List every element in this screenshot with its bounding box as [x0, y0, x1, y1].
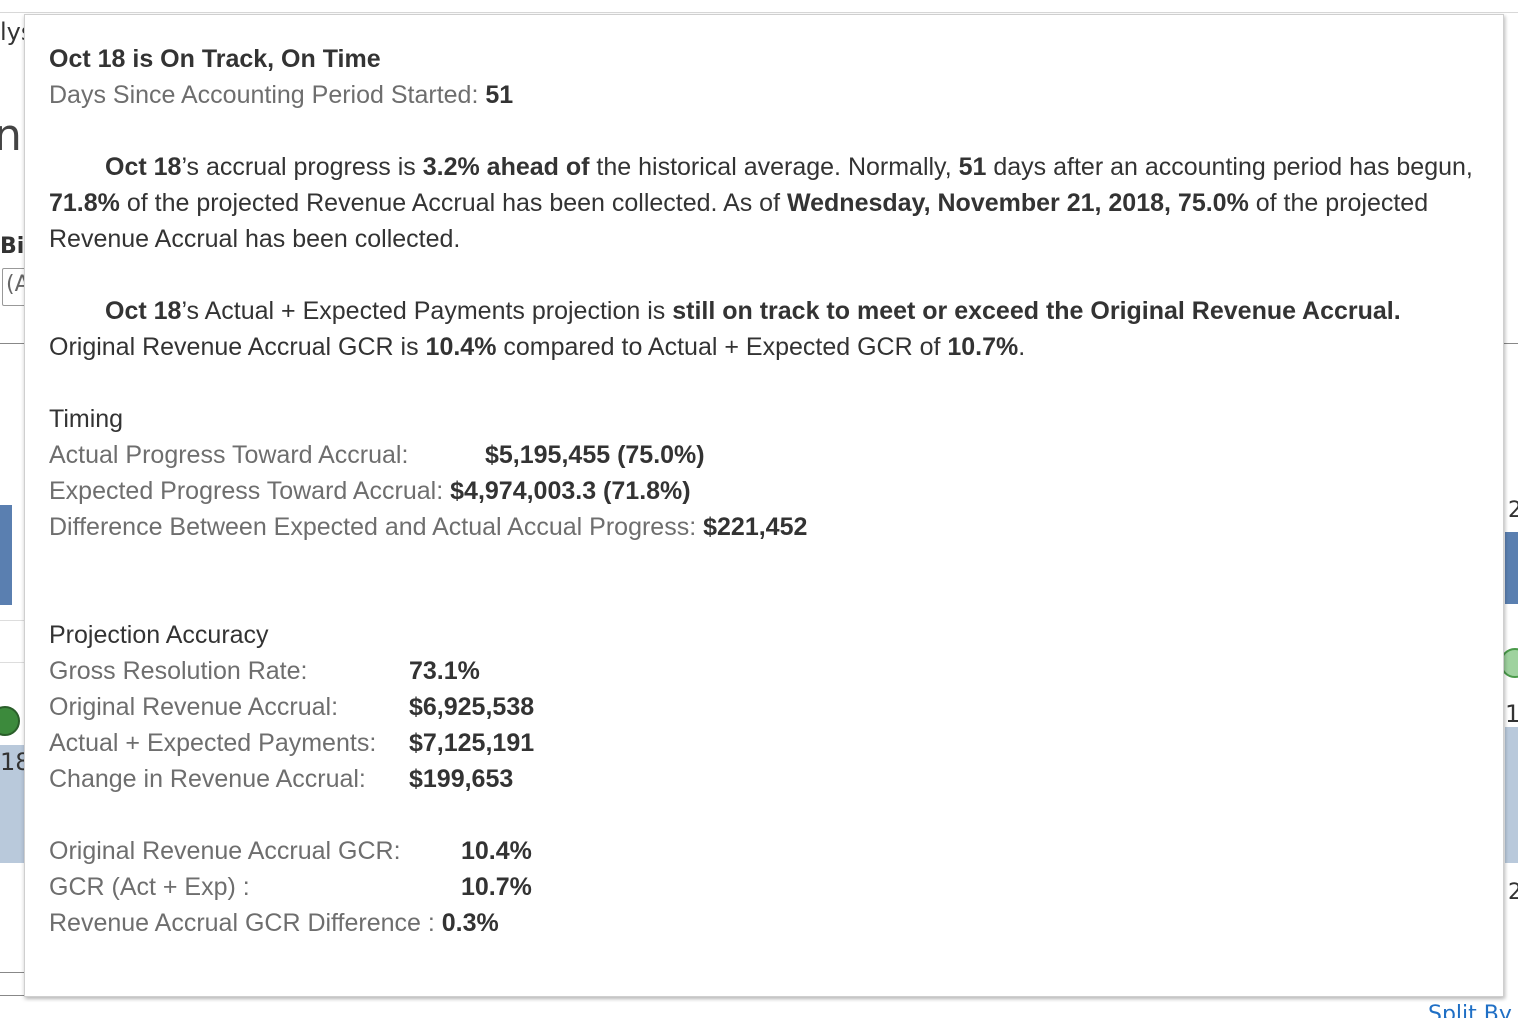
accuracy-row: Gross Resolution Rate: 73.1%: [49, 653, 1503, 689]
background-label: 1: [1505, 700, 1518, 728]
accuracy-row: Actual + Expected Payments: $7,125,191: [49, 725, 1503, 761]
timing-value: $221,452: [703, 513, 808, 541]
accuracy-row: Original Revenue Accrual: $6,925,538: [49, 689, 1503, 725]
background-divider: [0, 662, 24, 663]
gcr-label: Original Revenue Accrual GCR:: [49, 837, 401, 865]
accuracy-label: Original Revenue Accrual:: [49, 693, 339, 721]
expected-pct-value: 71.8%: [49, 189, 120, 217]
gcr-value: 0.3%: [441, 909, 499, 937]
paragraph-text: Original Revenue Accrual GCR is: [49, 333, 426, 361]
paragraph-text: .: [1018, 333, 1026, 361]
gcr-row: Original Revenue Accrual GCR: 10.4%: [49, 833, 1503, 869]
background-divider: [0, 995, 24, 996]
accuracy-section-title: Projection Accuracy: [49, 621, 269, 649]
projection-paragraph: Oct 18’s Actual + Expected Payments proj…: [49, 293, 1479, 365]
days-value: 51: [958, 153, 987, 181]
timing-row: Difference Between Expected and Actual A…: [49, 509, 1503, 545]
background-top-divider: [0, 12, 1518, 13]
background-label: 2: [1508, 498, 1518, 523]
status-gauge-icon: [0, 706, 20, 736]
original-gcr-value: 10.4%: [425, 333, 497, 361]
gcr-row: GCR (Act + Exp) : 10.7%: [49, 869, 1503, 905]
gcr-label: GCR (Act + Exp) :: [49, 873, 250, 901]
background-divider: [1504, 343, 1518, 344]
accuracy-value: $7,125,191: [409, 729, 535, 757]
paragraph-text: ’s accrual progress is: [181, 153, 423, 181]
background-bar: [1505, 727, 1518, 863]
days-since-row: Days Since Accounting Period Started: 51: [49, 77, 1503, 113]
accuracy-value: $6,925,538: [409, 693, 535, 721]
period-name: Oct 18: [105, 297, 182, 325]
timing-label: Expected Progress Toward Accrual:: [49, 477, 444, 505]
accuracy-value: 73.1%: [409, 657, 480, 685]
tooltip-title: Oct 18 is On Track, On Time: [49, 45, 381, 73]
background-divider: [0, 343, 24, 344]
gcr-value: 10.4%: [461, 837, 532, 865]
background-label: 2: [1508, 880, 1518, 905]
gcr-value: 10.7%: [461, 873, 532, 901]
accuracy-label: Gross Resolution Rate:: [49, 657, 308, 685]
gcr-label: Revenue Accrual GCR Difference :: [49, 909, 435, 937]
date-pct-value: Wednesday, November 21, 2018, 75.0%: [786, 189, 1249, 217]
background-bar: [0, 505, 12, 605]
days-since-label: Days Since Accounting Period Started:: [49, 81, 479, 109]
accuracy-label: Change in Revenue Accrual:: [49, 765, 366, 793]
background-filter-label: Bi: [0, 234, 25, 259]
ahead-value: 3.2% ahead of: [422, 153, 590, 181]
background-bar: [1505, 532, 1518, 604]
timing-section-title: Timing: [49, 405, 124, 433]
timing-label: Actual Progress Toward Accrual:: [49, 441, 409, 469]
accuracy-value: $199,653: [409, 765, 514, 793]
background-divider: [0, 972, 24, 973]
days-since-value: 51: [485, 81, 514, 109]
gcr-row: Revenue Accrual GCR Difference : 0.3%: [49, 905, 1503, 941]
projection-status: still on track to meet or exceed the Ori…: [672, 297, 1401, 325]
tooltip-panel: Oct 18 is On Track, On Time Days Since A…: [24, 14, 1504, 997]
accrual-progress-paragraph: Oct 18’s accrual progress is 3.2% ahead …: [49, 149, 1479, 257]
paragraph-text: ’s Actual + Expected Payments projection…: [181, 297, 673, 325]
period-name: Oct 18: [105, 153, 182, 181]
paragraph-text: of the projected Revenue Accrual has bee…: [119, 189, 787, 217]
timing-value: $4,974,003.3 (71.8%): [450, 477, 691, 505]
accuracy-label: Actual + Expected Payments:: [49, 729, 377, 757]
paragraph-text: compared to Actual + Expected GCR of: [496, 333, 948, 361]
gcr-block: Original Revenue Accrual GCR: 10.4% GCR (…: [49, 833, 1503, 941]
paragraph-text: days after an accounting period has begu…: [986, 153, 1473, 181]
actual-gcr-value: 10.7%: [947, 333, 1019, 361]
accuracy-row: Change in Revenue Accrual: $199,653: [49, 761, 1503, 797]
timing-value: $5,195,455 (75.0%): [485, 441, 705, 469]
timing-row: Expected Progress Toward Accrual: $4,974…: [49, 473, 1503, 509]
timing-row: Actual Progress Toward Accrual: $5,195,45…: [49, 437, 1503, 473]
split-by-link[interactable]: Split By: [1428, 1002, 1512, 1018]
paragraph-text: the historical average. Normally,: [589, 153, 959, 181]
background-divider: [0, 620, 24, 621]
timing-label: Difference Between Expected and Actual A…: [49, 513, 697, 541]
